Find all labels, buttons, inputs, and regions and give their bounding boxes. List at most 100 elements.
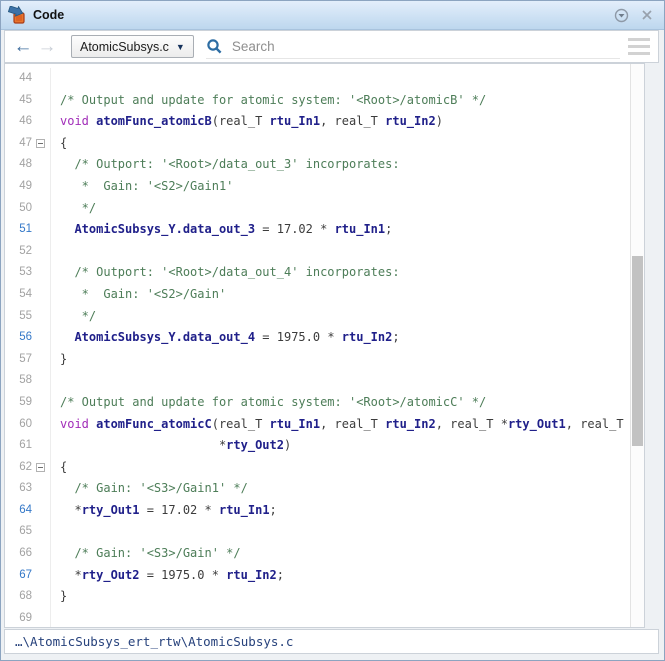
fold-column [32,240,51,263]
line-number-trace-link[interactable]: 56 [5,327,32,349]
fold-column [32,262,51,284]
code-token: ) [283,438,292,453]
search-input[interactable] [229,37,620,55]
line-number: 45 [19,93,32,106]
code-text: /* Gain: '<S3>/Gain' */ [60,543,241,565]
code-symbol-link[interactable]: rtu_In1 [335,222,386,236]
file-selector-dropdown[interactable]: AtomicSubsys.c ▼ [71,35,194,58]
toolbar: ← → AtomicSubsys.c ▼ [4,30,659,63]
scrollbar-thumb[interactable] [632,256,643,446]
code-token: * [60,567,82,582]
fold-column [32,132,51,155]
code-token: ; [392,330,400,345]
status-bar: …\AtomicSubsys_ert_rtw\AtomicSubsys.c [4,629,659,654]
code-text: /* Output and update for atomic system: … [60,392,486,414]
code-token: , real_T [320,416,386,431]
code-token: */ [60,308,97,323]
code-token: , real_T [565,416,624,431]
line-number: 54 [19,287,32,300]
code-symbol-link[interactable]: rtu_In2 [385,114,436,128]
code-token: void [60,114,97,129]
code-symbol-link[interactable]: atomFunc_atomicC [96,417,212,431]
search-field [205,35,620,59]
line-number: 48 [19,158,32,171]
close-button[interactable] [637,5,657,25]
code-token: ; [269,502,277,517]
code-symbol-link[interactable]: AtomicSubsys_Y.data_out_3 [74,222,255,236]
code-token: /* Outport: '<Root>/data_out_3' incorpor… [60,157,400,172]
code-symbol-link[interactable]: rty_Out1 [82,503,140,517]
title-bar: Code [1,1,664,30]
code-line: 50 */ [5,197,630,220]
code-symbol-link[interactable]: rtu_In2 [226,568,277,582]
chevron-down-icon: ▼ [175,41,185,52]
dock-menu-button[interactable] [611,5,631,25]
code-symbol-link[interactable]: rtu_In1 [270,114,321,128]
code-token: ; [385,222,393,237]
file-selector-value: AtomicSubsys.c [80,39,169,54]
fold-column [32,586,51,608]
code-token: , real_T * [435,416,508,431]
simulink-code-badge-icon [8,6,25,24]
code-line: 67 *rty_Out2 = 1975.0 * rtu_In2; [5,564,630,587]
fold-column [32,478,51,500]
line-number: 69 [19,611,32,624]
line-number: 52 [19,244,32,257]
code-token: = 17.02 * [255,222,335,237]
code-line: 44 [5,68,630,90]
code-editor-pane: 44 45 /* Output and update for atomic syst… [4,63,645,628]
line-number-trace-link[interactable]: 64 [5,500,32,522]
fold-column [32,219,51,241]
code-line: 61 *rty_Out2) [5,435,630,457]
code-text: AtomicSubsys_Y.data_out_3 = 17.02 * rtu_… [60,219,392,241]
line-number: 49 [19,179,32,192]
code-line: 51 AtomicSubsys_Y.data_out_3 = 17.02 * r… [5,219,630,241]
code-symbol-link[interactable]: atomFunc_atomicB [96,114,212,128]
hamburger-menu-icon[interactable] [628,38,650,55]
line-number-trace-link[interactable]: 51 [5,219,32,241]
vertical-scrollbar[interactable] [630,64,644,627]
code-line: 53 /* Outport: '<Root>/data_out_4' incor… [5,262,630,284]
dock-menu-icon [614,8,628,22]
code-line: 62 { [5,456,630,479]
code-line: 55 */ [5,305,630,328]
code-symbol-link[interactable]: rty_Out2 [226,438,284,452]
code-token: (real_T [211,416,270,431]
code-token: } [60,351,68,366]
code-token: void [60,416,97,431]
fold-column [32,327,51,349]
code-panel-window: Code ← → AtomicSubsys.c ▼ Search 44 45 /… [0,0,665,661]
line-number: 61 [19,439,32,452]
code-symbol-link[interactable]: rtu_In1 [270,417,321,431]
line-number: 65 [19,525,32,538]
code-text: AtomicSubsys_Y.data_out_4 = 1975.0 * rtu… [60,327,400,349]
code-token: (real_T [211,114,270,129]
line-number-trace-link[interactable]: 67 [5,565,32,587]
code-token: = 1975.0 * [139,567,227,582]
code-line: 52 [5,240,630,263]
line-number: 58 [19,374,32,387]
code-symbol-link[interactable]: rty_Out1 [508,417,566,431]
code-symbol-link[interactable]: rtu_In2 [342,330,393,344]
code-text: } [60,349,67,371]
fold-column [32,89,51,112]
fold-collapse-icon[interactable] [36,138,45,148]
code-line: 57} [5,348,630,371]
code-token: /* Gain: '<S3>/Gain1' */ [60,481,248,496]
code-symbol-link[interactable]: AtomicSubsys_Y.data_out_4 [74,330,255,344]
line-number: 50 [19,201,32,214]
code-symbol-link[interactable]: rty_Out2 [82,568,140,582]
code-line: 54 * Gain: '<S2>/Gain' [5,283,630,306]
code-line: 66 /* Gain: '<S3>/Gain' */ [5,543,630,565]
code-symbol-link[interactable]: rtu_In2 [385,417,436,431]
back-button[interactable]: ← [11,37,35,56]
code-token: { [60,135,68,150]
code-line: 48 /* Outport: '<Root>/data_out_3' incor… [5,154,630,176]
fold-collapse-icon[interactable] [36,462,45,472]
code-line: 46 void atomFunc_atomicB(real_T rtu_In1, … [5,111,630,133]
code-token: /* Gain: '<S3>/Gain' */ [60,546,241,561]
code-text: { [60,457,67,479]
code-symbol-link[interactable]: rtu_In1 [219,503,270,517]
forward-button[interactable]: → [35,37,59,56]
